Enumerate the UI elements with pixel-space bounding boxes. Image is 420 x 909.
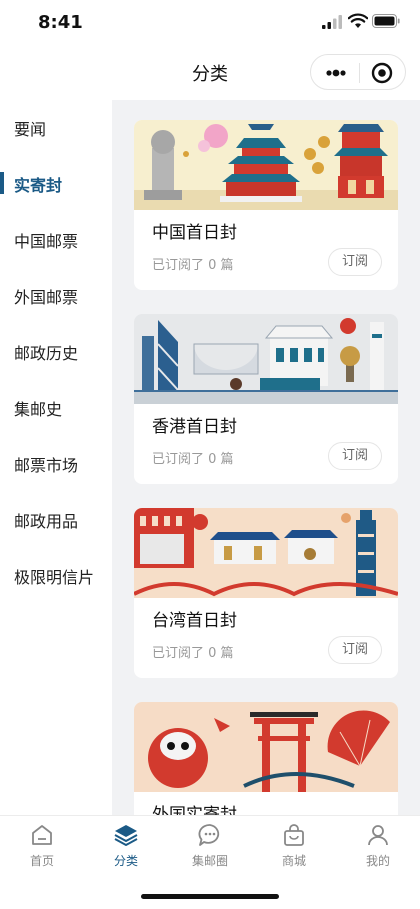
category-card-hongkong-fdc[interactable]: 香港首日封 已订阅了 0 篇 订阅 [134,314,398,484]
person-icon [368,825,388,846]
tab-label: 集邮圈 [191,854,228,868]
sidebar-item-philately-history[interactable]: 集邮史 [0,380,112,436]
subscription-count: 已订阅了 0 篇 [152,646,234,661]
battery-icon [372,14,400,28]
tab-mall[interactable]: 商城 [252,822,336,869]
sidebar-item-postal-history[interactable]: 邮政历史 [0,324,112,380]
sidebar-item-label: 中国邮票 [14,232,79,251]
more-dots-icon[interactable] [325,68,347,78]
sidebar-item-label: 外国邮票 [14,288,79,307]
subscribe-button[interactable]: 订阅 [328,636,382,664]
tab-me[interactable]: 我的 [336,822,420,869]
sidebar-item-foreign-stamps[interactable]: 外国邮票 [0,268,112,324]
hongkong-skyline-illustration [134,314,398,404]
sidebar-item-label: 要闻 [14,120,47,139]
tab-home[interactable]: 首页 [0,822,84,869]
sidebar-item-label: 邮政历史 [14,344,79,363]
navigation-bar: 分类 [0,44,420,100]
sidebar-item-label: 邮政用品 [14,512,79,531]
taiwan-landmark-illustration [134,508,398,598]
subscribe-button[interactable]: 订阅 [328,248,382,276]
subscription-count: 已订阅了 0 篇 [152,258,234,273]
sidebar-item-label: 实寄封 [14,176,63,195]
home-indicator [141,894,279,899]
sidebar-item-postal-stationery[interactable]: 邮政用品 [0,492,112,548]
japan-culture-illustration [134,702,398,792]
sidebar-item-label: 极限明信片 [14,568,95,587]
category-card-taiwan-fdc[interactable]: 台湾首日封 已订阅了 0 篇 订阅 [134,508,398,678]
status-bar: 8:41 [0,0,420,44]
card-title: 香港首日封 [152,417,237,437]
tab-label: 商城 [281,854,306,868]
status-time: 8:41 [38,12,83,33]
sidebar-item-label: 邮票市场 [14,456,79,475]
tab-category[interactable]: 分类 [84,822,168,869]
tab-label: 首页 [29,854,54,868]
sidebar-item-maximum-cards[interactable]: 极限明信片 [0,548,112,604]
tab-philately-circle[interactable]: 集邮圈 [168,822,252,869]
sidebar-item-news[interactable]: 要闻 [0,100,112,156]
sidebar-item-label: 集邮史 [14,400,63,419]
category-card-foreign-covers[interactable]: 外国实寄封 [134,702,398,815]
beijing-temple-illustration [134,120,398,210]
sidebar-item-stamp-market[interactable]: 邮票市场 [0,436,112,492]
subscription-count: 已订阅了 0 篇 [152,452,234,467]
miniprogram-capsule [310,54,406,90]
category-content: 中国首日封 已订阅了 0 篇 订阅 香港首日封 已订阅了 0 篇 订阅 台湾首日… [112,100,420,815]
subscribe-button[interactable]: 订阅 [328,442,382,470]
tab-label: 我的 [365,854,390,868]
category-card-china-fdc[interactable]: 中国首日封 已订阅了 0 篇 订阅 [134,120,398,290]
capsule-divider [359,63,360,83]
card-title: 中国首日封 [152,223,237,243]
wifi-icon [348,13,368,28]
tab-label: 分类 [113,854,138,868]
category-sidebar: 要闻 实寄封 中国邮票 外国邮票 邮政历史 集邮史 邮票市场 邮政用品 极限明信… [0,100,112,815]
chat-bubble-icon [198,824,220,846]
home-icon [32,825,52,845]
close-miniprogram-icon[interactable] [371,62,393,84]
card-title: 外国实寄封 [152,805,237,815]
layers-icon [114,825,138,846]
sidebar-item-chinese-stamps[interactable]: 中国邮票 [0,212,112,268]
shopping-bag-icon [284,824,304,846]
cellular-signal-icon [322,15,342,29]
sidebar-item-posted-covers[interactable]: 实寄封 [0,156,112,212]
card-title: 台湾首日封 [152,611,237,631]
